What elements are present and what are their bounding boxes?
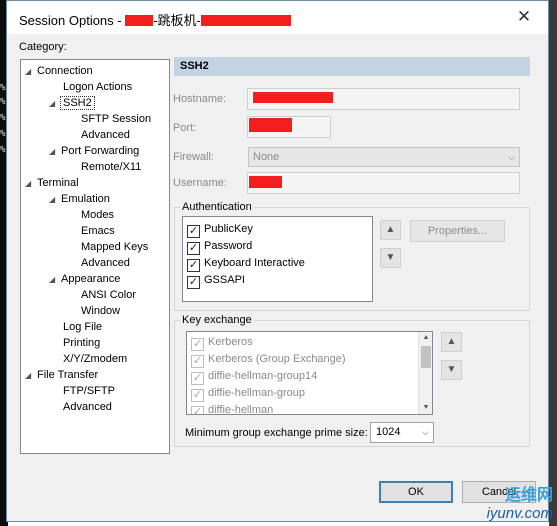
session-options-dialog: Session Options - -跳板机- ✕ Category: ◢ Con… [6,0,549,522]
tree-item-logon-actions[interactable]: Logon Actions [63,79,132,95]
checkbox-checked-icon[interactable]: ✓ [191,372,204,385]
tree-item-remote-x11[interactable]: Remote/X11 [81,159,141,175]
username-label: Username: [173,177,227,189]
redacted-text [249,118,292,132]
tree-item-emacs[interactable]: Emacs [81,223,115,239]
firewall-select[interactable]: None ⌵ [248,147,520,167]
auth-item-password[interactable]: ✓ Password [187,238,252,255]
tree-item-emulation[interactable]: ◢ Emulation [49,191,110,207]
category-label: Category: [19,41,67,53]
kex-item-dh[interactable]: ✓ diffie-hellman [191,402,273,414]
tree-item-window[interactable]: Window [81,303,120,319]
tree-item-xyzmodem[interactable]: X/Y/Zmodem [63,351,127,367]
min-prime-size-value: 1024 [376,426,401,438]
port-field[interactable] [247,116,331,138]
watermark-url: iyunv.com [486,505,553,522]
expanded-arrow-icon: ◢ [49,147,56,156]
scroll-down-icon[interactable]: ▼ [419,402,432,414]
checkbox-checked-icon[interactable]: ✓ [191,338,204,351]
close-icon[interactable]: ✕ [514,7,534,27]
auth-item-keyboard-interactive[interactable]: ✓ Keyboard Interactive [187,255,305,272]
kex-scrollbar[interactable]: ▲ ▼ [418,332,432,414]
scroll-thumb[interactable] [421,346,431,368]
authentication-list[interactable]: ✓ PublicKey ✓ Password ✓ Keyboard Interacti… [182,216,373,302]
firewall-label: Firewall: [173,151,214,163]
min-prime-size-select[interactable]: 1024 ⌵ [370,422,434,443]
triangle-down-icon: ▼ [385,252,396,263]
firewall-value: None [253,151,280,163]
checkbox-checked-icon[interactable]: ✓ [187,259,200,272]
redacted-text [249,176,282,188]
tree-item-file-transfer-advanced[interactable]: Advanced [63,399,112,415]
min-prime-size-label: Minimum group exchange prime size: [185,427,368,439]
key-exchange-list[interactable]: ✓ Kerberos ✓ Kerberos (Group Exchange) ✓ di… [186,331,433,415]
hostname-label: Hostname: [173,93,227,105]
triangle-up-icon: ▲ [385,224,396,235]
hostname-field[interactable] [247,88,520,110]
kex-item-kerberos-group-exchange[interactable]: ✓ Kerberos (Group Exchange) [191,351,346,368]
tree-item-connection[interactable]: ◢ Connection [25,63,93,79]
kex-item-dh-group[interactable]: ✓ diffie-hellman-group [191,385,305,402]
redacted-text [253,92,333,103]
panel-header: SSH2 [174,57,530,76]
expanded-arrow-icon: ◢ [49,195,56,204]
expanded-arrow-icon: ◢ [25,179,32,188]
category-tree[interactable]: ◢ Connection Logon Actions ◢ SSH2 SFTP Ses… [20,59,170,454]
tree-item-port-forwarding[interactable]: ◢ Port Forwarding [49,143,139,159]
background-window-strip [549,0,557,526]
kex-item-kerberos[interactable]: ✓ Kerberos [191,334,253,351]
tree-item-mapped-keys[interactable]: Mapped Keys [81,239,148,255]
checkbox-checked-icon[interactable]: ✓ [191,389,204,402]
window-title: Session Options - -跳板机- [19,10,291,29]
checkbox-checked-icon[interactable]: ✓ [187,242,200,255]
title-bar[interactable]: Session Options - -跳板机- ✕ [7,1,548,34]
triangle-up-icon: ▲ [446,336,457,347]
tree-item-sftp-session[interactable]: SFTP Session [81,111,151,127]
checkbox-checked-icon[interactable]: ✓ [187,276,200,289]
tree-item-emulation-advanced[interactable]: Advanced [81,255,130,271]
tree-item-modes[interactable]: Modes [81,207,114,223]
tree-item-log-file[interactable]: Log File [63,319,102,335]
kex-move-up-button[interactable]: ▲ [441,332,462,352]
key-exchange-legend: Key exchange [180,314,254,326]
auth-item-gssapi[interactable]: ✓ GSSAPI [187,272,245,289]
expanded-arrow-icon: ◢ [49,275,56,284]
watermark-logo: 运维网 [504,487,553,504]
triangle-down-icon: ▼ [446,364,457,375]
checkbox-checked-icon[interactable]: ✓ [191,355,204,368]
chevron-down-icon: ⌵ [422,427,429,437]
kex-item-dh-group14[interactable]: ✓ diffie-hellman-group14 [191,368,317,385]
tree-item-terminal[interactable]: ◢ Terminal [25,175,79,191]
expanded-arrow-icon: ◢ [49,99,56,108]
tree-item-printing[interactable]: Printing [63,335,100,351]
checkbox-checked-icon[interactable]: ✓ [191,406,204,414]
tree-item-ftp-sftp[interactable]: FTP/SFTP [63,383,115,399]
expanded-arrow-icon: ◢ [25,67,32,76]
watermark: 运维网 iyunv.com [487,481,553,522]
tree-item-file-transfer[interactable]: ◢ File Transfer [25,367,98,383]
auth-move-down-button[interactable]: ▼ [380,248,401,268]
redacted-text [200,15,291,26]
tree-item-ssh2[interactable]: ◢ SSH2 [49,95,95,111]
tree-item-ansi-color[interactable]: ANSI Color [81,287,136,303]
username-field[interactable] [247,172,520,194]
ok-button[interactable]: OK [379,481,453,503]
kex-move-down-button[interactable]: ▼ [441,360,462,380]
tree-item-advanced[interactable]: Advanced [81,127,130,143]
properties-button[interactable]: Properties... [410,220,505,242]
port-label: Port: [173,122,197,134]
redacted-text [125,15,154,26]
auth-move-up-button[interactable]: ▲ [380,220,401,240]
expanded-arrow-icon: ◢ [25,371,32,380]
scroll-up-icon[interactable]: ▲ [419,332,432,344]
checkbox-checked-icon[interactable]: ✓ [187,225,200,238]
chevron-down-icon: ⌵ [508,152,515,162]
authentication-legend: Authentication [180,201,254,213]
tree-item-appearance[interactable]: ◢ Appearance [49,271,120,287]
auth-item-publickey[interactable]: ✓ PublicKey [187,221,253,238]
